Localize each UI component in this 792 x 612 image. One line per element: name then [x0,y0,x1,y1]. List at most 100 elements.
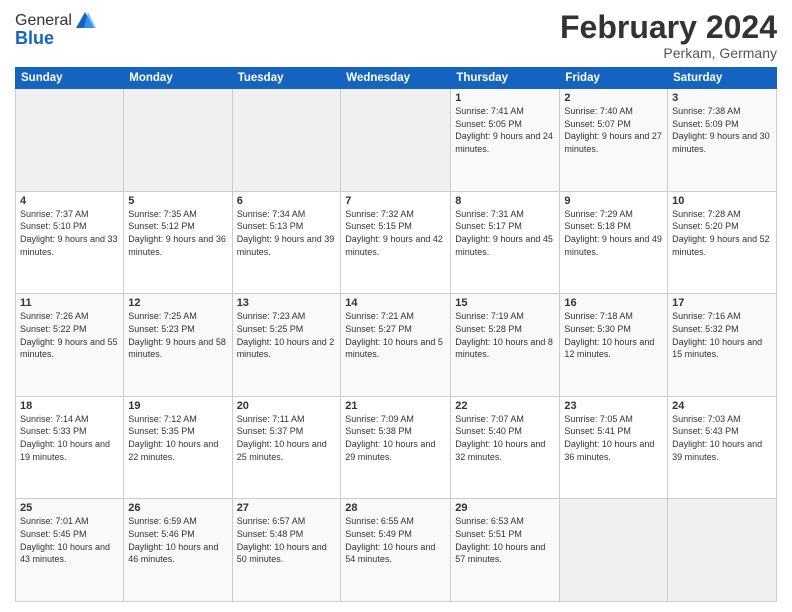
day-number: 8 [455,195,555,207]
header-sunday: Sunday [16,68,124,89]
header-saturday: Saturday [668,68,777,89]
calendar-cell [232,89,341,192]
calendar-cell: 9 Sunrise: 7:29 AMSunset: 5:18 PMDaylight… [560,191,668,294]
header-wednesday: Wednesday [341,68,451,89]
day-detail: Sunrise: 7:37 AMSunset: 5:10 PMDaylight:… [20,209,118,257]
weekday-header-row: Sunday Monday Tuesday Wednesday Thursday… [16,68,777,89]
day-number: 2 [564,92,663,104]
calendar-cell: 5 Sunrise: 7:35 AMSunset: 5:12 PMDaylight… [124,191,232,294]
day-number: 4 [20,195,119,207]
day-detail: Sunrise: 7:14 AMSunset: 5:33 PMDaylight:… [20,414,110,462]
day-number: 25 [20,502,119,514]
calendar-cell: 2 Sunrise: 7:40 AMSunset: 5:07 PMDaylight… [560,89,668,192]
calendar-cell [341,89,451,192]
day-detail: Sunrise: 7:35 AMSunset: 5:12 PMDaylight:… [128,209,226,257]
day-number: 5 [128,195,227,207]
day-number: 26 [128,502,227,514]
day-detail: Sunrise: 7:23 AMSunset: 5:25 PMDaylight:… [237,311,335,359]
day-detail: Sunrise: 7:03 AMSunset: 5:43 PMDaylight:… [672,414,762,462]
calendar-cell: 1 Sunrise: 7:41 AMSunset: 5:05 PMDaylight… [451,89,560,192]
calendar-cell: 20 Sunrise: 7:11 AMSunset: 5:37 PMDayligh… [232,396,341,499]
day-detail: Sunrise: 7:32 AMSunset: 5:15 PMDaylight:… [345,209,443,257]
calendar-cell: 3 Sunrise: 7:38 AMSunset: 5:09 PMDaylight… [668,89,777,192]
day-number: 23 [564,400,663,412]
calendar-week-row: 4 Sunrise: 7:37 AMSunset: 5:10 PMDaylight… [16,191,777,294]
calendar-cell: 13 Sunrise: 7:23 AMSunset: 5:25 PMDayligh… [232,294,341,397]
day-number: 12 [128,297,227,309]
day-detail: Sunrise: 7:41 AMSunset: 5:05 PMDaylight:… [455,106,553,154]
calendar-cell: 6Sunrise: 7:34 AMSunset: 5:13 PMDaylight… [232,191,341,294]
day-number: 15 [455,297,555,309]
calendar-week-row: 25 Sunrise: 7:01 AMSunset: 5:45 PMDayligh… [16,499,777,602]
calendar-cell: 7 Sunrise: 7:32 AMSunset: 5:15 PMDaylight… [341,191,451,294]
calendar-cell: 27Sunrise: 6:57 AMSunset: 5:48 PMDayligh… [232,499,341,602]
day-number: 28 [345,502,446,514]
day-number: 29 [455,502,555,514]
logo: General Blue [15,10,96,49]
calendar-cell: 24 Sunrise: 7:03 AMSunset: 5:43 PMDayligh… [668,396,777,499]
calendar-subtitle: Perkam, Germany [560,45,777,61]
calendar-cell [16,89,124,192]
day-detail: Sunrise: 7:07 AMSunset: 5:40 PMDaylight:… [455,414,545,462]
day-number: 11 [20,297,119,309]
calendar-cell [124,89,232,192]
calendar-cell: 22 Sunrise: 7:07 AMSunset: 5:40 PMDayligh… [451,396,560,499]
header-thursday: Thursday [451,68,560,89]
day-detail: Sunrise: 7:31 AMSunset: 5:17 PMDaylight:… [455,209,553,257]
calendar-cell: 16 Sunrise: 7:18 AMSunset: 5:30 PMDayligh… [560,294,668,397]
calendar-body: 1 Sunrise: 7:41 AMSunset: 5:05 PMDaylight… [16,89,777,602]
day-number: 19 [128,400,227,412]
day-detail: Sunrise: 7:29 AMSunset: 5:18 PMDaylight:… [564,209,662,257]
calendar-week-row: 18 Sunrise: 7:14 AMSunset: 5:33 PMDayligh… [16,396,777,499]
day-detail: Sunrise: 7:40 AMSunset: 5:07 PMDaylight:… [564,106,662,154]
calendar-cell: 11 Sunrise: 7:26 AMSunset: 5:22 PMDayligh… [16,294,124,397]
day-number: 1 [455,92,555,104]
day-number: 16 [564,297,663,309]
day-detail: Sunrise: 7:38 AMSunset: 5:09 PMDaylight:… [672,106,770,154]
day-number: 3 [672,92,772,104]
day-detail: Sunrise: 7:21 AMSunset: 5:27 PMDaylight:… [345,311,443,359]
day-detail: Sunrise: 7:18 AMSunset: 5:30 PMDaylight:… [564,311,654,359]
day-number: 7 [345,195,446,207]
calendar-cell: 8 Sunrise: 7:31 AMSunset: 5:17 PMDaylight… [451,191,560,294]
calendar-cell: 21 Sunrise: 7:09 AMSunset: 5:38 PMDayligh… [341,396,451,499]
day-detail: Sunrise: 7:11 AMSunset: 5:37 PMDaylight:… [237,414,327,462]
day-detail: Sunrise: 7:05 AMSunset: 5:41 PMDaylight:… [564,414,654,462]
header: General Blue February 2024 Perkam, Germa… [15,10,777,61]
day-detail: Sunrise: 6:55 AMSunset: 5:49 PMDaylight:… [345,516,435,564]
calendar-cell: 15 Sunrise: 7:19 AMSunset: 5:28 PMDayligh… [451,294,560,397]
calendar-cell: 12Sunrise: 7:25 AMSunset: 5:23 PMDayligh… [124,294,232,397]
logo-icon [74,10,96,32]
day-number: 18 [20,400,119,412]
calendar-cell: 14 Sunrise: 7:21 AMSunset: 5:27 PMDayligh… [341,294,451,397]
day-number: 10 [672,195,772,207]
day-number: 9 [564,195,663,207]
calendar-week-row: 1 Sunrise: 7:41 AMSunset: 5:05 PMDaylight… [16,89,777,192]
calendar-week-row: 11 Sunrise: 7:26 AMSunset: 5:22 PMDayligh… [16,294,777,397]
day-number: 27 [237,502,337,514]
day-detail: Sunrise: 7:19 AMSunset: 5:28 PMDaylight:… [455,311,553,359]
day-number: 14 [345,297,446,309]
calendar-cell: 25 Sunrise: 7:01 AMSunset: 5:45 PMDayligh… [16,499,124,602]
day-detail: Sunrise: 6:53 AMSunset: 5:51 PMDaylight:… [455,516,545,564]
calendar-cell: 18 Sunrise: 7:14 AMSunset: 5:33 PMDayligh… [16,396,124,499]
day-detail: Sunrise: 6:59 AMSunset: 5:46 PMDaylight:… [128,516,218,564]
day-number: 22 [455,400,555,412]
header-tuesday: Tuesday [232,68,341,89]
day-number: 21 [345,400,446,412]
day-detail: Sunrise: 7:01 AMSunset: 5:45 PMDaylight:… [20,516,110,564]
day-detail: Sunrise: 7:28 AMSunset: 5:20 PMDaylight:… [672,209,770,257]
day-detail: Sunrise: 7:26 AMSunset: 5:22 PMDaylight:… [20,311,118,359]
calendar-cell: 17 Sunrise: 7:16 AMSunset: 5:32 PMDayligh… [668,294,777,397]
calendar-cell: 29 Sunrise: 6:53 AMSunset: 5:51 PMDayligh… [451,499,560,602]
day-number: 24 [672,400,772,412]
day-number: 17 [672,297,772,309]
day-detail: Sunrise: 7:09 AMSunset: 5:38 PMDaylight:… [345,414,435,462]
calendar-cell: 23 Sunrise: 7:05 AMSunset: 5:41 PMDayligh… [560,396,668,499]
calendar-cell: 28 Sunrise: 6:55 AMSunset: 5:49 PMDayligh… [341,499,451,602]
day-number: 20 [237,400,337,412]
day-detail: Sunrise: 7:16 AMSunset: 5:32 PMDaylight:… [672,311,762,359]
day-detail: Sunrise: 7:34 AMSunset: 5:13 PMDaylight:… [237,209,335,257]
day-number: 13 [237,297,337,309]
calendar-title: February 2024 [560,10,777,45]
